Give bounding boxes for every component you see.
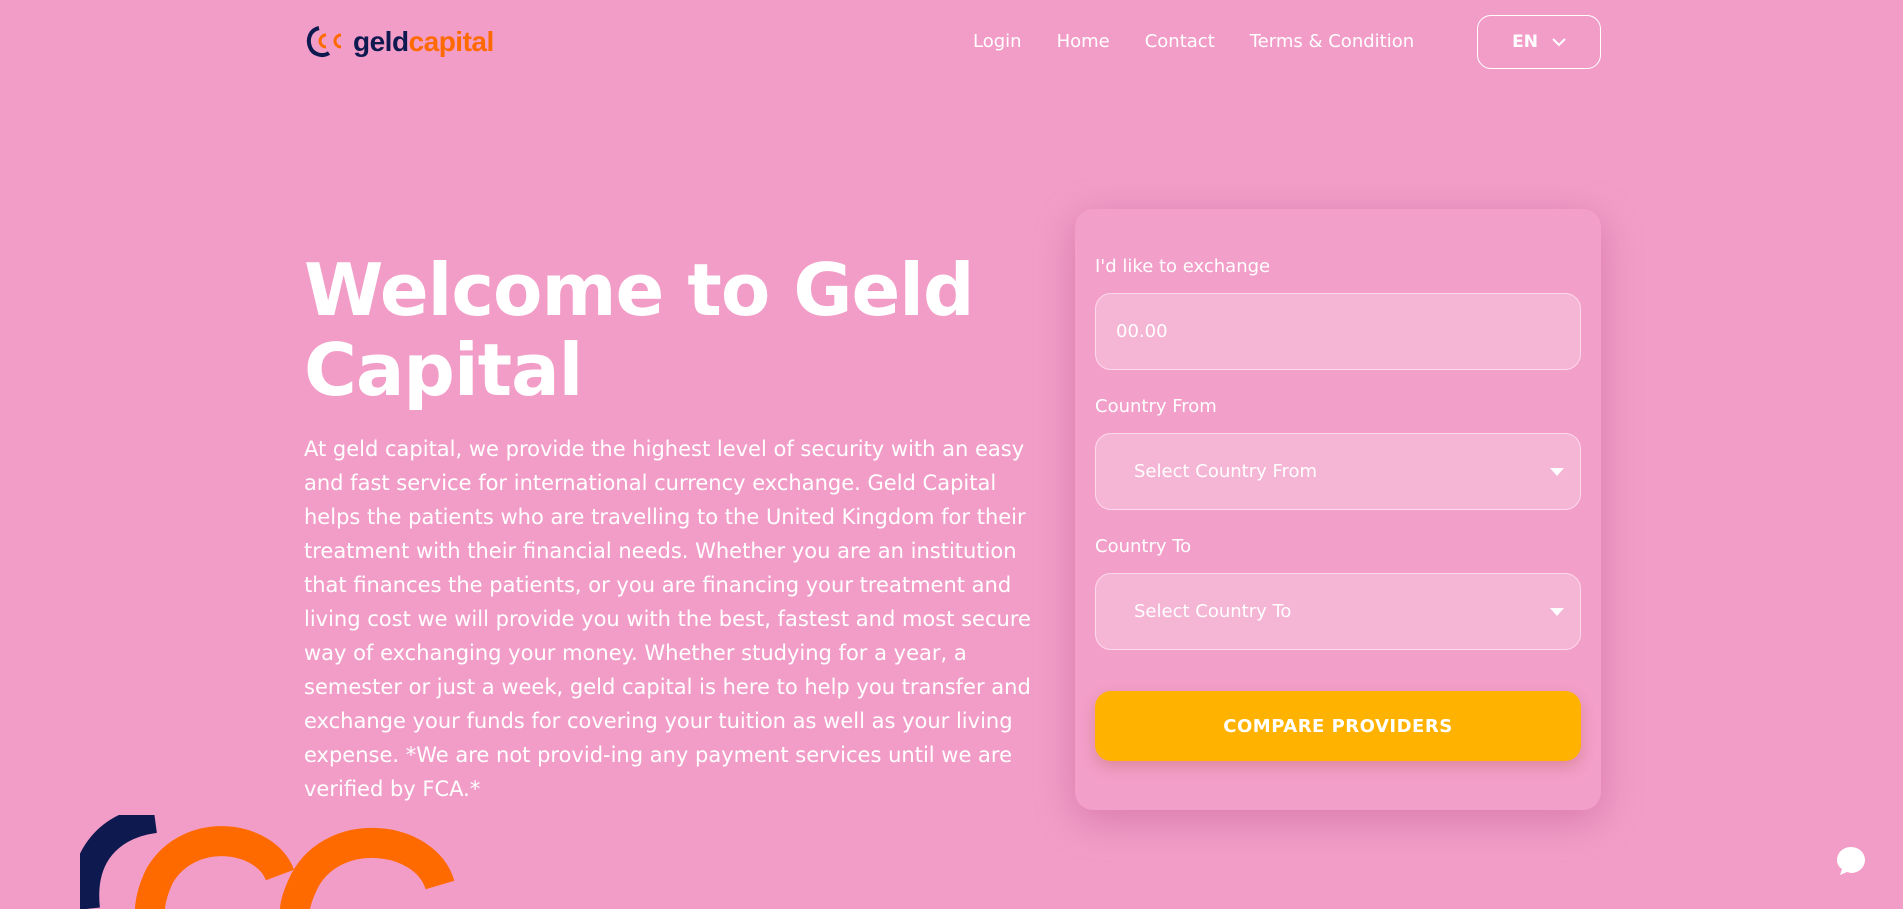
caret-down-icon [1550, 607, 1564, 616]
country-from-value: Select Country From [1134, 461, 1318, 482]
nav-link-login[interactable]: Login [973, 28, 1022, 56]
decorative-logo-icon [80, 815, 455, 909]
chevron-down-icon [1552, 38, 1566, 47]
caret-down-icon [1550, 467, 1564, 476]
hero-description: At geld capital, we provide the highest … [304, 437, 1031, 801]
amount-input[interactable]: 00.00 [1095, 293, 1581, 370]
amount-placeholder: 00.00 [1116, 321, 1168, 342]
country-from-select[interactable]: Select Country From [1095, 433, 1581, 510]
language-selector[interactable]: EN [1477, 15, 1601, 69]
logo-text-capital: capital [408, 26, 495, 57]
nav-link-home[interactable]: Home [1057, 28, 1110, 56]
brand-logo[interactable]: geldcapital [305, 24, 494, 60]
hero-title: Welcome to Geld Capital [304, 248, 975, 412]
country-from-label: Country From [1095, 396, 1217, 417]
nav-link-terms[interactable]: Terms & Condition [1250, 28, 1414, 56]
chat-bubble-icon[interactable] [1834, 844, 1868, 878]
compare-providers-button[interactable]: COMPARE PROVIDERS [1095, 691, 1581, 761]
nav-link-contact[interactable]: Contact [1145, 28, 1215, 56]
country-to-select[interactable]: Select Country To [1095, 573, 1581, 650]
language-label: EN [1512, 32, 1538, 52]
amount-label: I'd like to exchange [1095, 256, 1271, 277]
site-header: geldcapital Login Home Contact Terms & C… [0, 0, 1903, 84]
country-to-value: Select Country To [1134, 601, 1292, 622]
logo-text-geld: geld [353, 26, 409, 57]
country-to-label: Country To [1095, 536, 1192, 557]
exchange-form-card: I'd like to exchange 00.00 Country From … [1075, 209, 1601, 810]
logo-wordmark: geldcapital [353, 26, 494, 58]
logo-mark-icon [306, 26, 342, 57]
main-nav: Login Home Contact Terms & Condition [973, 28, 1414, 56]
